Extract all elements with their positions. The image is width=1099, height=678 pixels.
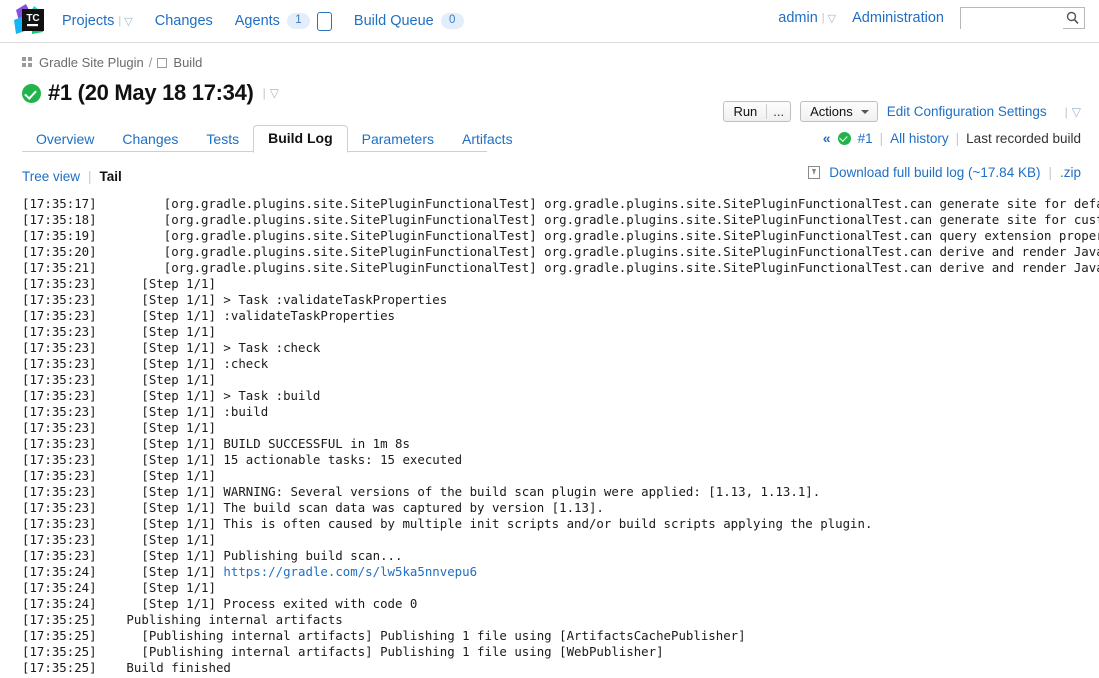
build-tabs-row: Overview Changes Tests Build Log Paramet… xyxy=(22,125,1099,152)
download-icon xyxy=(808,166,820,179)
projects-dropdown-caret-icon[interactable]: |▽ xyxy=(118,15,132,28)
nav-projects-label: Projects xyxy=(62,13,114,29)
tail-view-label: Tail xyxy=(100,169,122,184)
nav-administration[interactable]: Administration xyxy=(852,10,944,26)
run-options-button[interactable]: ... xyxy=(766,104,790,119)
breadcrumb-separator: / xyxy=(149,55,153,70)
actions-button-label: Actions xyxy=(801,104,859,119)
view-divider: | xyxy=(88,169,92,184)
log-line: [17:35:23] [Step 1/1] > Task :check xyxy=(22,340,1099,356)
log-line: [17:35:23] [Step 1/1] :build xyxy=(22,404,1099,420)
download-divider: | xyxy=(1048,165,1052,180)
tab-changes[interactable]: Changes xyxy=(108,127,192,153)
build-actions-toolbar: Run ... Actions Edit Configuration Setti… xyxy=(723,101,1081,122)
tab-parameters[interactable]: Parameters xyxy=(348,127,448,153)
search-input[interactable] xyxy=(961,8,1063,30)
breadcrumb-build-link[interactable]: Build xyxy=(173,55,202,70)
agents-count-badge: 1 xyxy=(287,13,310,29)
log-line: [17:35:23] [Step 1/1] The build scan dat… xyxy=(22,500,1099,516)
build-scan-link[interactable]: https://gradle.com/s/lw5ka5nnvepu6 xyxy=(223,564,477,579)
breadcrumb: Gradle Site Plugin / Build xyxy=(22,43,1099,70)
log-line: [17:35:23] [Step 1/1] xyxy=(22,468,1099,484)
top-navigation-bar: TC Projects |▽ Changes Agents 1 Build Qu… xyxy=(0,0,1099,43)
user-dropdown-caret-icon[interactable]: |▽ xyxy=(822,12,836,25)
build-log-output[interactable]: [17:35:17] [org.gradle.plugins.site.Site… xyxy=(22,196,1099,678)
log-line-text: [17:35:24] [Step 1/1] xyxy=(22,564,223,579)
log-line: [17:35:18] [org.gradle.plugins.site.Site… xyxy=(22,212,1099,228)
download-full-build-log-link[interactable]: Download full build log (~17.84 KB) xyxy=(829,165,1040,180)
edit-configuration-settings-link[interactable]: Edit Configuration Settings xyxy=(887,104,1047,119)
page-title: #1 (20 May 18 17:34) xyxy=(48,80,254,106)
tab-artifacts[interactable]: Artifacts xyxy=(448,127,527,153)
page-content: Gradle Site Plugin / Build #1 (20 May 18… xyxy=(0,43,1099,678)
log-line: [17:35:17] [org.gradle.plugins.site.Site… xyxy=(22,196,1099,212)
log-line: [17:35:23] [Step 1/1] > Task :build xyxy=(22,388,1099,404)
nav-build-queue[interactable]: Build Queue 0 xyxy=(354,13,464,29)
log-line: [17:35:23] [Step 1/1] > Task :validateTa… xyxy=(22,292,1099,308)
project-grid-icon xyxy=(22,57,33,68)
log-line: [17:35:23] [Step 1/1] xyxy=(22,324,1099,340)
teamcity-logo[interactable]: TC xyxy=(12,4,50,38)
log-line: [17:35:23] [Step 1/1] xyxy=(22,532,1099,548)
user-menu[interactable]: admin |▽ xyxy=(778,10,836,26)
build-tabs: Overview Changes Tests Build Log Paramet… xyxy=(22,125,1099,152)
tree-view-link[interactable]: Tree view xyxy=(22,169,80,184)
run-button-label: Run xyxy=(724,104,766,119)
build-queue-count-badge: 0 xyxy=(441,13,464,29)
chevron-down-icon xyxy=(861,110,869,114)
log-view-toolbar: Tree view | Tail Download full build log… xyxy=(22,165,1099,187)
log-line: [17:35:23] [Step 1/1] xyxy=(22,420,1099,436)
log-line: [17:35:23] [Step 1/1] BUILD SUCCESSFUL i… xyxy=(22,436,1099,452)
teamcity-logo-icon: TC xyxy=(12,4,50,38)
log-line: [17:35:23] [Step 1/1] Publishing build s… xyxy=(22,548,1099,564)
primary-nav: Projects |▽ Changes Agents 1 Build Queue… xyxy=(62,12,464,31)
log-line: [17:35:23] [Step 1/1] WARNING: Several v… xyxy=(22,484,1099,500)
nav-changes[interactable]: Changes xyxy=(155,13,213,29)
download-zip-link[interactable]: .zip xyxy=(1060,165,1081,180)
log-line: [17:35:23] [Step 1/1] :check xyxy=(22,356,1099,372)
nav-build-queue-label: Build Queue xyxy=(354,13,434,29)
log-line: [17:35:23] [Step 1/1] xyxy=(22,276,1099,292)
log-line: [17:35:19] [org.gradle.plugins.site.Site… xyxy=(22,228,1099,244)
svg-text:TC: TC xyxy=(26,13,39,24)
search-box[interactable] xyxy=(960,7,1085,29)
build-status-success-icon xyxy=(22,84,41,103)
secondary-nav: admin |▽ Administration xyxy=(778,7,1085,29)
log-line: [17:35:24] [Step 1/1] Process exited wit… xyxy=(22,596,1099,612)
log-line: [17:35:25] [Publishing internal artifact… xyxy=(22,644,1099,660)
run-button[interactable]: Run ... xyxy=(723,101,791,122)
log-line: [17:35:20] [org.gradle.plugins.site.Site… xyxy=(22,244,1099,260)
log-line: [17:35:23] [Step 1/1] :validateTaskPrope… xyxy=(22,308,1099,324)
administration-label: Administration xyxy=(852,10,944,26)
edit-settings-caret-icon[interactable]: |▽ xyxy=(1065,105,1081,119)
nav-projects[interactable]: Projects |▽ xyxy=(62,13,133,29)
build-dropdown-caret-icon[interactable]: |▽ xyxy=(263,86,279,100)
log-line: [17:35:25] Publishing internal artifacts xyxy=(22,612,1099,628)
breadcrumb-project-link[interactable]: Gradle Site Plugin xyxy=(39,55,144,70)
log-line: [17:35:25] [Publishing internal artifact… xyxy=(22,628,1099,644)
tab-build-log[interactable]: Build Log xyxy=(253,125,348,153)
log-line: [17:35:24] [Step 1/1] https://gradle.com… xyxy=(22,564,1099,580)
log-line: [17:35:23] [Step 1/1] This is often caus… xyxy=(22,516,1099,532)
user-name-label: admin xyxy=(778,10,818,26)
search-icon xyxy=(1066,11,1079,29)
log-line: [17:35:23] [Step 1/1] xyxy=(22,372,1099,388)
actions-button[interactable]: Actions xyxy=(800,101,878,122)
nav-agents[interactable]: Agents 1 xyxy=(235,12,332,31)
agents-empty-box-icon xyxy=(317,12,332,31)
tab-overview[interactable]: Overview xyxy=(22,127,108,153)
download-log-row: Download full build log (~17.84 KB) | .z… xyxy=(808,165,1081,180)
log-line: [17:35:21] [org.gradle.plugins.site.Site… xyxy=(22,260,1099,276)
tab-tests[interactable]: Tests xyxy=(192,127,253,153)
log-line: [17:35:23] [Step 1/1] 15 actionable task… xyxy=(22,452,1099,468)
log-line: [17:35:24] [Step 1/1] xyxy=(22,580,1099,596)
log-line: [17:35:25] Build finished xyxy=(22,660,1099,676)
nav-changes-label: Changes xyxy=(155,13,213,29)
nav-agents-label: Agents xyxy=(235,13,280,29)
build-config-square-icon xyxy=(157,58,167,68)
